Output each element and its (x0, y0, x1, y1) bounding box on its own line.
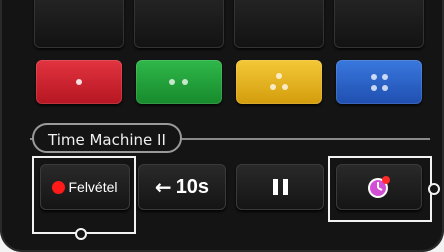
yellow-button[interactable] (236, 60, 322, 104)
record-callout-dot (75, 228, 87, 240)
yellow-dots-icon (276, 73, 282, 79)
blue-button[interactable] (336, 60, 422, 104)
timer-callout-dot (428, 183, 440, 195)
rewind-label: 10s (175, 175, 210, 198)
green-dots-icon-2 (182, 79, 188, 85)
timer-highlight-box (328, 156, 432, 222)
blue-dots-icon (371, 74, 377, 80)
rewind-10s-button[interactable]: ← 10s (138, 164, 226, 210)
pause-icon (272, 179, 288, 195)
record-highlight-box (32, 156, 136, 234)
red-button[interactable] (36, 60, 122, 104)
red-dot-icon (76, 79, 82, 85)
green-button[interactable] (136, 60, 222, 104)
blue-dots-icon-4 (382, 85, 388, 91)
blue-dots-icon-2 (382, 74, 388, 80)
arrow-left-icon: ← (154, 175, 172, 199)
yellow-dots-icon-2 (270, 84, 276, 90)
yellow-dots-icon-3 (282, 84, 288, 90)
top-button-3[interactable] (234, 0, 324, 48)
pause-button[interactable] (236, 164, 324, 210)
green-dots-icon (169, 79, 175, 85)
time-machine-label: Time Machine II (32, 123, 182, 153)
top-button-4[interactable] (334, 0, 424, 48)
blue-dots-icon-3 (371, 85, 377, 91)
top-button-1[interactable] (34, 0, 124, 48)
top-button-2[interactable] (134, 0, 224, 48)
